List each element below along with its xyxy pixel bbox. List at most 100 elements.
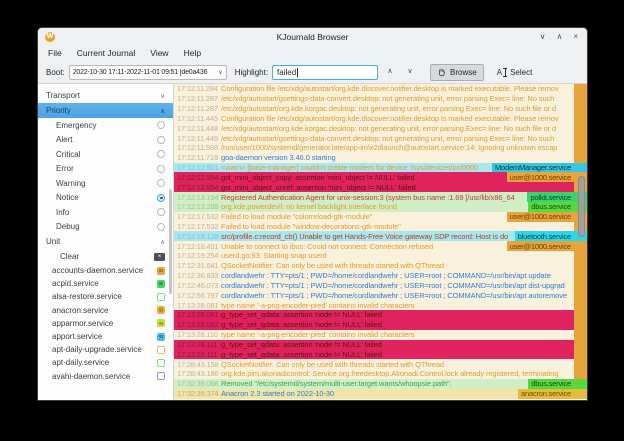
log-row[interactable]: 17:12:11.287/etc/xdg/autostart/gsettings… xyxy=(174,94,587,104)
select-button[interactable]: A Select xyxy=(492,64,538,81)
log-row[interactable]: 17:12:13.194Registered Authentication Ag… xyxy=(174,192,587,202)
log-row[interactable]: 17:28:43.186org.kde.pim.akonadicontrol: … xyxy=(174,369,587,379)
priority-radio[interactable] xyxy=(157,194,165,202)
log-row[interactable]: 17:12:17.532Failed to load module "color… xyxy=(174,212,587,222)
priority-radio[interactable] xyxy=(157,150,165,158)
priority-radio[interactable] xyxy=(157,136,165,144)
log-row[interactable]: 17:12:18.128src/profile.c:record_cb() Un… xyxy=(174,231,587,241)
highlight-input[interactable]: failed xyxy=(272,65,378,80)
next-match-button[interactable]: ∨ xyxy=(402,64,418,80)
unit-item-alsa-restore-service[interactable]: alsa-restore.service xyxy=(38,290,173,303)
unit-color-strip xyxy=(574,113,587,123)
section-transport[interactable]: Transport ∨ xyxy=(38,88,173,103)
chevron-up-icon: ∧ xyxy=(160,238,165,246)
log-row[interactable]: 17:13:28.081g_type_set_qdata: assertion … xyxy=(174,310,587,320)
priority-radio[interactable] xyxy=(157,223,165,231)
log-row[interactable]: 17:13:28.111g_type_set_qdata: assertion … xyxy=(174,340,587,350)
unit-checkbox[interactable] xyxy=(157,359,165,367)
log-row[interactable]: 17:12:13.289org.kde.powerdevil: no kerne… xyxy=(174,202,587,212)
maximize-icon[interactable]: ∧ xyxy=(556,28,562,45)
priority-item-emergency[interactable]: Emergency xyxy=(38,118,173,133)
log-row[interactable]: 17:12:12.501<warn> [base-manager] couldn… xyxy=(174,163,587,173)
log-row[interactable]: 17:12:56.797cordlandwehr : TTY=pts/1 ; P… xyxy=(174,290,587,300)
log-message: cordlandwehr : TTY=pts/1 ; PWD=/home/cor… xyxy=(221,291,574,300)
unit-checkbox[interactable] xyxy=(157,293,165,301)
log-row[interactable]: 17:12:11.719goa-daemon version 3.46.0 st… xyxy=(174,153,587,163)
unit-item-apt-daily-upgrade-service[interactable]: apt-daily-upgrade.service xyxy=(38,343,173,356)
log-row[interactable]: 17:13:28.081type name '-a-png-encoder-pr… xyxy=(174,300,587,310)
unit-color-strip xyxy=(574,369,587,379)
priority-item-warning[interactable]: Warning xyxy=(38,176,173,191)
priority-item-error[interactable]: Error xyxy=(38,162,173,177)
log-row[interactable]: 17:12:12.954gst_mini_object_unref: asser… xyxy=(174,182,587,192)
menu-item-current-journal[interactable]: Current Journal xyxy=(77,48,136,58)
log-row[interactable]: 17:12:12.954gst_mini_object_copy: assert… xyxy=(174,172,587,182)
unit-item-accounts-daemon-service[interactable]: accounts-daemon.service xyxy=(38,264,173,277)
browse-button[interactable]: Browse xyxy=(430,64,484,81)
section-unit[interactable]: Unit ∧ xyxy=(38,234,173,249)
log-row[interactable]: 17:28:43.158QSocketNotifier: Can only be… xyxy=(174,359,587,369)
priority-item-debug[interactable]: Debug xyxy=(38,220,173,235)
minimize-icon[interactable]: ∨ xyxy=(540,28,546,45)
log-row[interactable]: 17:12:19.254userd.go:93: Starting snap u… xyxy=(174,251,587,261)
priority-radio[interactable] xyxy=(157,121,165,129)
unit-checkbox[interactable] xyxy=(157,319,165,327)
unit-color-strip xyxy=(574,300,587,310)
menu-item-file[interactable]: File xyxy=(48,48,62,58)
log-row[interactable]: 17:12:11.284Configuration file /etc/xdg/… xyxy=(174,84,587,94)
priority-radio[interactable] xyxy=(157,208,165,216)
log-row[interactable]: 17:12:11.448/etc/xdg/autostart/org.kde.k… xyxy=(174,123,587,133)
boot-selector[interactable]: 2022-10-30 17:11-2022-11-01 09:51 [de0a4… xyxy=(69,65,227,80)
unit-checkbox[interactable] xyxy=(157,280,165,288)
unit-checkbox[interactable] xyxy=(157,267,165,275)
log-row[interactable]: 17:32:39.374Anacron 2.3 started on 2022-… xyxy=(174,389,587,399)
log-row[interactable]: 17:12:11.449/etc/xdg/autostart/gsettings… xyxy=(174,133,587,143)
log-row[interactable]: 17:12:46.073cordlandwehr : TTY=pts/1 ; P… xyxy=(174,281,587,291)
log-timestamp: 17:28:43.158 xyxy=(174,360,221,369)
menu-item-view[interactable]: View xyxy=(150,48,168,58)
log-message: Anacron 2.3 started on 2022-10-30 xyxy=(221,389,518,398)
log-row[interactable]: 17:12:36.833cordlandwehr : TTY=pts/1 ; P… xyxy=(174,271,587,281)
priority-item-notice[interactable]: Notice xyxy=(38,191,173,206)
log-timestamp: 17:32:39.066 xyxy=(174,379,221,388)
log-scrollbar-thumb[interactable] xyxy=(578,176,585,237)
log-row[interactable]: 17:12:18.491Unable to connect to ibus: C… xyxy=(174,241,587,251)
log-row[interactable]: 17:32:39.066Removed "/etc/systemd/system… xyxy=(174,379,587,389)
unit-checkbox[interactable] xyxy=(157,333,165,341)
priority-item-alert[interactable]: Alert xyxy=(38,133,173,148)
log-row[interactable]: 17:12:31.641QSocketNotifier: Can only be… xyxy=(174,261,587,271)
unit-label: apt-daily-upgrade.service xyxy=(52,345,142,354)
menu-item-help[interactable]: Help xyxy=(184,48,201,58)
log-row[interactable]: 17:12:11.445Configuration file /etc/xdg/… xyxy=(174,113,587,123)
unit-color-strip xyxy=(574,310,587,320)
priority-radio[interactable] xyxy=(157,179,165,187)
log-row[interactable]: 17:13:28.111g_type_set_qdata: assertion … xyxy=(174,349,587,359)
unit-item-avahi-daemon-service[interactable]: avahi-daemon.service xyxy=(38,370,173,383)
section-priority[interactable]: Priority ∧ xyxy=(38,103,173,118)
unit-item-apt-daily-service[interactable]: apt-daily.service xyxy=(38,356,173,369)
title-bar[interactable]: W KJournald Browser ∨ ∧ × xyxy=(38,28,587,45)
unit-item-acpid-service[interactable]: acpid.service xyxy=(38,277,173,290)
unit-checkbox[interactable] xyxy=(157,346,165,354)
clear-units-button[interactable]: Clear × xyxy=(38,249,173,264)
unit-item-anacron-service[interactable]: anacron.service xyxy=(38,304,173,317)
unit-color-strip xyxy=(574,241,587,251)
log-row[interactable]: 17:13:28.110type name '-a-png-encoder-pr… xyxy=(174,330,587,340)
priority-item-info[interactable]: Info xyxy=(38,205,173,220)
unit-item-apparmor-service[interactable]: apparmor.service xyxy=(38,317,173,330)
unit-chip: user@1000.service xyxy=(507,172,574,182)
log-row[interactable]: 17:12:11.287/etc/xdg/autostart/org.kde.k… xyxy=(174,104,587,114)
sidebar-scrollbar-thumb[interactable] xyxy=(169,189,172,294)
unit-checkbox[interactable] xyxy=(157,372,165,380)
log-row[interactable]: 17:12:17.532Failed to load module "windo… xyxy=(174,222,587,232)
previous-match-button[interactable]: ∧ xyxy=(382,64,398,80)
log-row[interactable]: 17:13:28.082g_type_set_qdata: assertion … xyxy=(174,320,587,330)
log-row[interactable]: 17:12:11.588/run/user/1000/systemd/gener… xyxy=(174,143,587,153)
priority-radio[interactable] xyxy=(157,165,165,173)
close-icon[interactable]: × xyxy=(573,28,578,45)
unit-item-apport-service[interactable]: apport.service xyxy=(38,330,173,343)
priority-item-critical[interactable]: Critical xyxy=(38,147,173,162)
unit-checkbox[interactable] xyxy=(157,306,165,314)
priority-label: Error xyxy=(56,164,74,173)
log-message: gst_mini_object_unref: assertion 'mini_o… xyxy=(221,183,574,192)
